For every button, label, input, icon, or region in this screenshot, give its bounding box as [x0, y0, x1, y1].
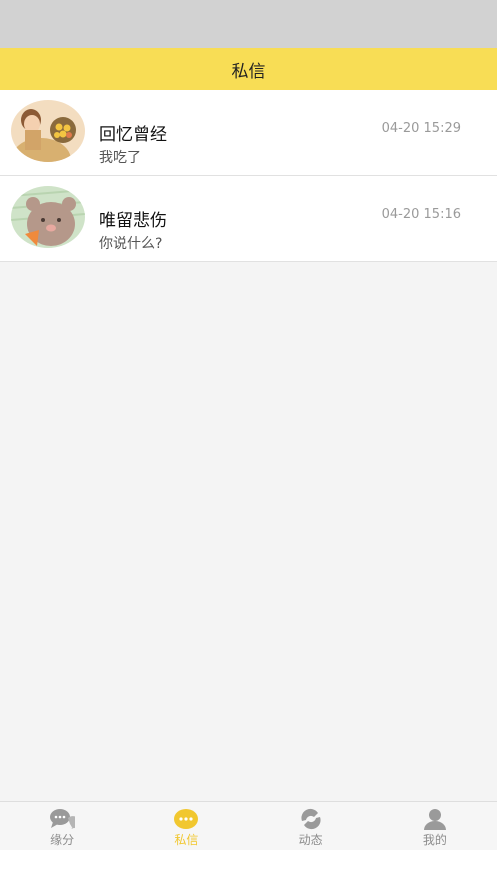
tab-yuanfen[interactable]: 缘分: [0, 802, 124, 850]
message-time: 04-20 15:16: [381, 207, 461, 222]
tab-label: 私信: [174, 833, 199, 847]
page-title: 私信: [231, 61, 266, 82]
swirl-icon: [298, 808, 324, 830]
conversation-item[interactable]: 唯留悲伤 你说什么? 04-20 15:16: [0, 176, 497, 262]
bottom-tab-bar: 缘分 私信 动态 我的: [0, 801, 497, 850]
tab-dynamics[interactable]: 动态: [249, 802, 373, 850]
tab-label: 缘分: [50, 833, 75, 847]
message-preview: 你说什么?: [99, 236, 163, 252]
message-dots-icon: [173, 808, 199, 830]
contact-name: 唯留悲伤: [99, 211, 167, 231]
conversation-list: 回忆曾经 我吃了 04-20 15:29 唯留悲伤 你说什么? 04-20 15…: [0, 90, 497, 801]
tab-mine[interactable]: 我的: [373, 802, 497, 850]
contact-name: 回忆曾经: [99, 125, 167, 145]
tab-messages[interactable]: 私信: [124, 802, 248, 850]
avatar[interactable]: [11, 100, 85, 162]
top-nav-bar: 私信: [0, 48, 497, 90]
tab-label: 我的: [422, 833, 447, 847]
message-time: 04-20 15:29: [381, 121, 461, 136]
avatar[interactable]: [11, 186, 85, 248]
chat-bubbles-icon: [49, 808, 76, 830]
person-icon: [422, 808, 448, 830]
message-preview: 我吃了: [99, 150, 141, 166]
home-indicator-area: [0, 850, 497, 883]
status-bar: [0, 0, 497, 48]
conversation-item[interactable]: 回忆曾经 我吃了 04-20 15:29: [0, 90, 497, 176]
tab-label: 动态: [298, 833, 323, 847]
